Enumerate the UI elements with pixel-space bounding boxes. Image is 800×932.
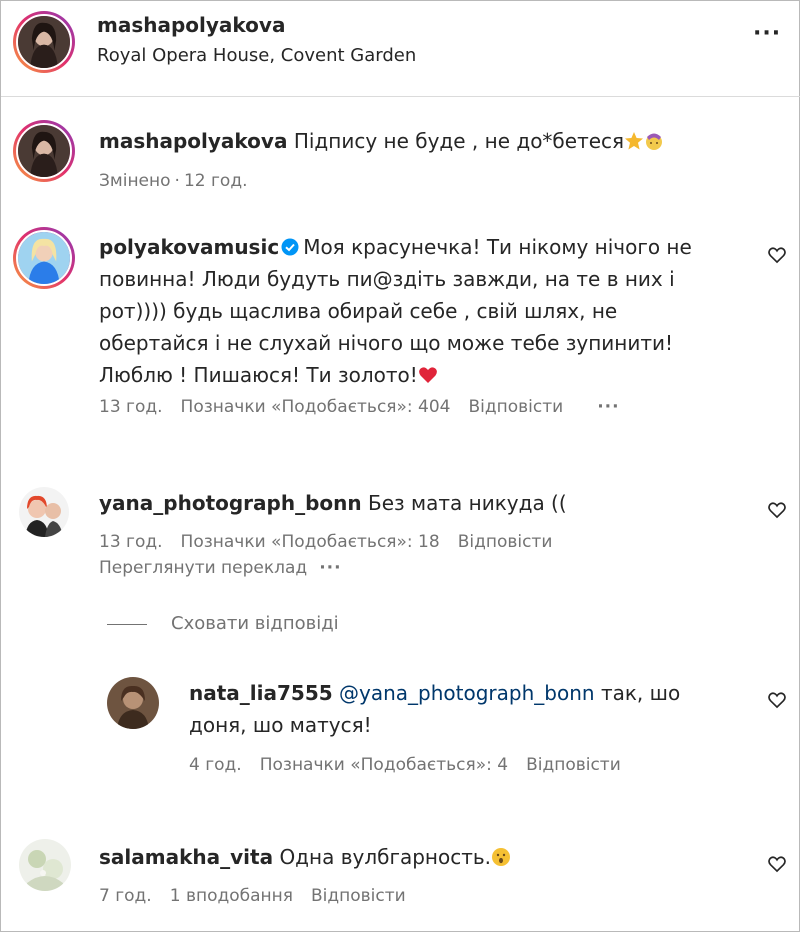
comment-text: mashapolyakova Підпису не буде , не до*б… — [99, 125, 759, 157]
comment-text: salamakha_vita Одна вулбгарность. — [99, 841, 759, 873]
reply-button[interactable]: Відповісти — [458, 532, 553, 552]
comment-avatar[interactable] — [19, 487, 69, 537]
divider-line — [107, 623, 147, 625]
comment-username[interactable]: yana_photograph_bonn — [99, 491, 362, 515]
comment-meta: 4 год. Позначки «Подобається»: 4 Відповіст… — [189, 755, 639, 775]
comment-avatar[interactable] — [107, 677, 159, 729]
comment-avatar[interactable] — [13, 227, 75, 289]
like-heart-icon[interactable] — [767, 500, 787, 520]
comment-username[interactable]: polyakovamusic — [99, 235, 279, 259]
window-frame: mashapolyakova Royal Opera House, Covent… — [0, 0, 800, 932]
like-heart-icon[interactable] — [767, 854, 787, 874]
heart-emoji-icon — [418, 362, 438, 383]
comment-line: повинна! Люди будуть пи@здіть завжди, на… — [99, 267, 675, 291]
comment-body: Без мата никуда (( — [368, 491, 567, 515]
comment-body: Одна вулбгарность. — [279, 845, 491, 869]
reply-button[interactable]: Відповісти — [526, 755, 621, 775]
comment-meta: 7 год. 1 вподобання Відповісти — [99, 886, 424, 906]
more-icon[interactable]: ··· — [319, 558, 341, 578]
post-header: mashapolyakova Royal Opera House, Covent… — [1, 1, 800, 97]
comment-meta: 13 год. Позначки «Подобається»: 18 Відпові… — [99, 532, 570, 552]
location-link[interactable]: Royal Opera House, Covent Garden — [97, 45, 416, 66]
hide-replies-button[interactable]: Сховати відповіді — [107, 613, 339, 634]
mention-link[interactable]: @yana_photograph_bonn — [339, 681, 595, 705]
comment-text: polyakovamusic Моя красунечка! Ти нікому … — [99, 231, 759, 391]
comment-username[interactable]: mashapolyakova — [99, 129, 287, 153]
comment-time[interactable]: 13 год. — [99, 397, 163, 417]
author-avatar[interactable] — [13, 11, 75, 73]
comment-time[interactable]: 4 год. — [189, 755, 242, 775]
like-count[interactable]: Позначки «Подобається»: 18 — [181, 532, 440, 552]
comment-body: Підпису не буде , не до*бетеся — [293, 129, 625, 153]
edited-label: Змінено — [99, 171, 171, 191]
comment-time[interactable]: 7 год. — [99, 886, 152, 906]
comment-meta: Змінено · 12 год. — [99, 171, 248, 191]
comment-time[interactable]: 12 год. — [184, 171, 248, 191]
comment-line: обертайся і не слухай нічого що може теб… — [99, 331, 674, 355]
comment-avatar[interactable] — [19, 839, 71, 891]
comment-time[interactable]: 13 год. — [99, 532, 163, 552]
facepalm-emoji-icon — [644, 128, 664, 150]
comment-line: Люблю ! Пишаюся! Ти золото! — [99, 363, 418, 387]
surprised-emoji-icon — [491, 844, 511, 866]
like-count[interactable]: Позначки «Подобається»: 404 — [181, 397, 451, 417]
hide-replies-label: Сховати відповіді — [171, 613, 339, 634]
comment-line: доня, шо матуся! — [189, 713, 372, 737]
reply-button[interactable]: Відповісти — [311, 886, 406, 906]
see-translation-link[interactable]: Переглянути переклад — [99, 558, 307, 578]
comment-line: Моя красунечка! Ти нікому нічого не — [303, 235, 692, 259]
more-icon[interactable]: ··· — [597, 397, 619, 417]
comment-text: yana_photograph_bonn Без мата никуда (( — [99, 487, 759, 519]
comment-username[interactable]: nata_lia7555 — [189, 681, 333, 705]
star-emoji-icon — [624, 128, 644, 150]
comment-meta: 13 год. Позначки «Подобається»: 404 Відпов… — [99, 397, 638, 417]
like-heart-icon[interactable] — [767, 245, 787, 265]
like-count[interactable]: Позначки «Подобається»: 4 — [260, 755, 508, 775]
translation-row: Переглянути переклад ··· — [99, 558, 360, 578]
like-count[interactable]: 1 вподобання — [170, 886, 293, 906]
more-options-icon[interactable]: ··· — [753, 21, 781, 46]
reply-button[interactable]: Відповісти — [469, 397, 564, 417]
comment-avatar[interactable] — [13, 120, 75, 182]
comment-text: nata_lia7555 @yana_photograph_bonn так, … — [189, 677, 759, 741]
comment-line: рот)))) будь щаслива обирай себе , свій … — [99, 299, 618, 323]
header-username[interactable]: mashapolyakova — [97, 13, 285, 37]
comment-body: так, шо — [600, 681, 681, 705]
verified-badge-icon — [281, 233, 299, 256]
like-heart-icon[interactable] — [767, 690, 787, 710]
comment-username[interactable]: salamakha_vita — [99, 845, 273, 869]
